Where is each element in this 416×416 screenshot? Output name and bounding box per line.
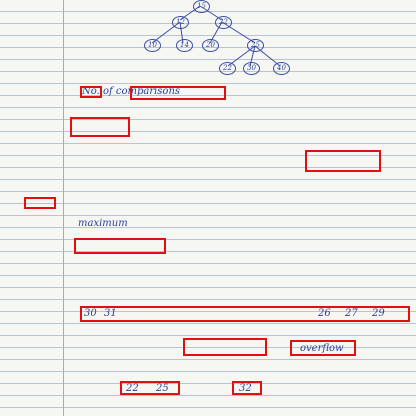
annotation-box: [183, 338, 267, 356]
tree-node: 22: [215, 16, 232, 29]
tree-node: 14: [176, 39, 193, 52]
tree-node: 25: [247, 39, 264, 52]
annotation-box: [70, 117, 130, 137]
tree-node: 40: [273, 62, 290, 75]
tree-node: 30: [243, 62, 260, 75]
maximum-label: maximum: [78, 218, 128, 229]
notebook-page: 15 12 22 10 14 20 25 22 30 40 No. of com…: [0, 0, 416, 416]
annotation-box: [305, 150, 381, 172]
annotation-box: [24, 197, 56, 209]
annotation-box: [120, 381, 180, 395]
annotation-box: [130, 86, 226, 100]
tree-node: 15: [193, 0, 210, 13]
annotation-box: [80, 86, 102, 98]
tree-node: 20: [202, 39, 219, 52]
annotation-box: [232, 381, 262, 395]
annotation-box: [290, 340, 356, 356]
annotation-box: [74, 238, 166, 254]
tree-node: 22: [219, 62, 236, 75]
tree-node: 10: [144, 39, 161, 52]
annotation-box: [80, 306, 410, 322]
tree-node: 12: [172, 16, 189, 29]
